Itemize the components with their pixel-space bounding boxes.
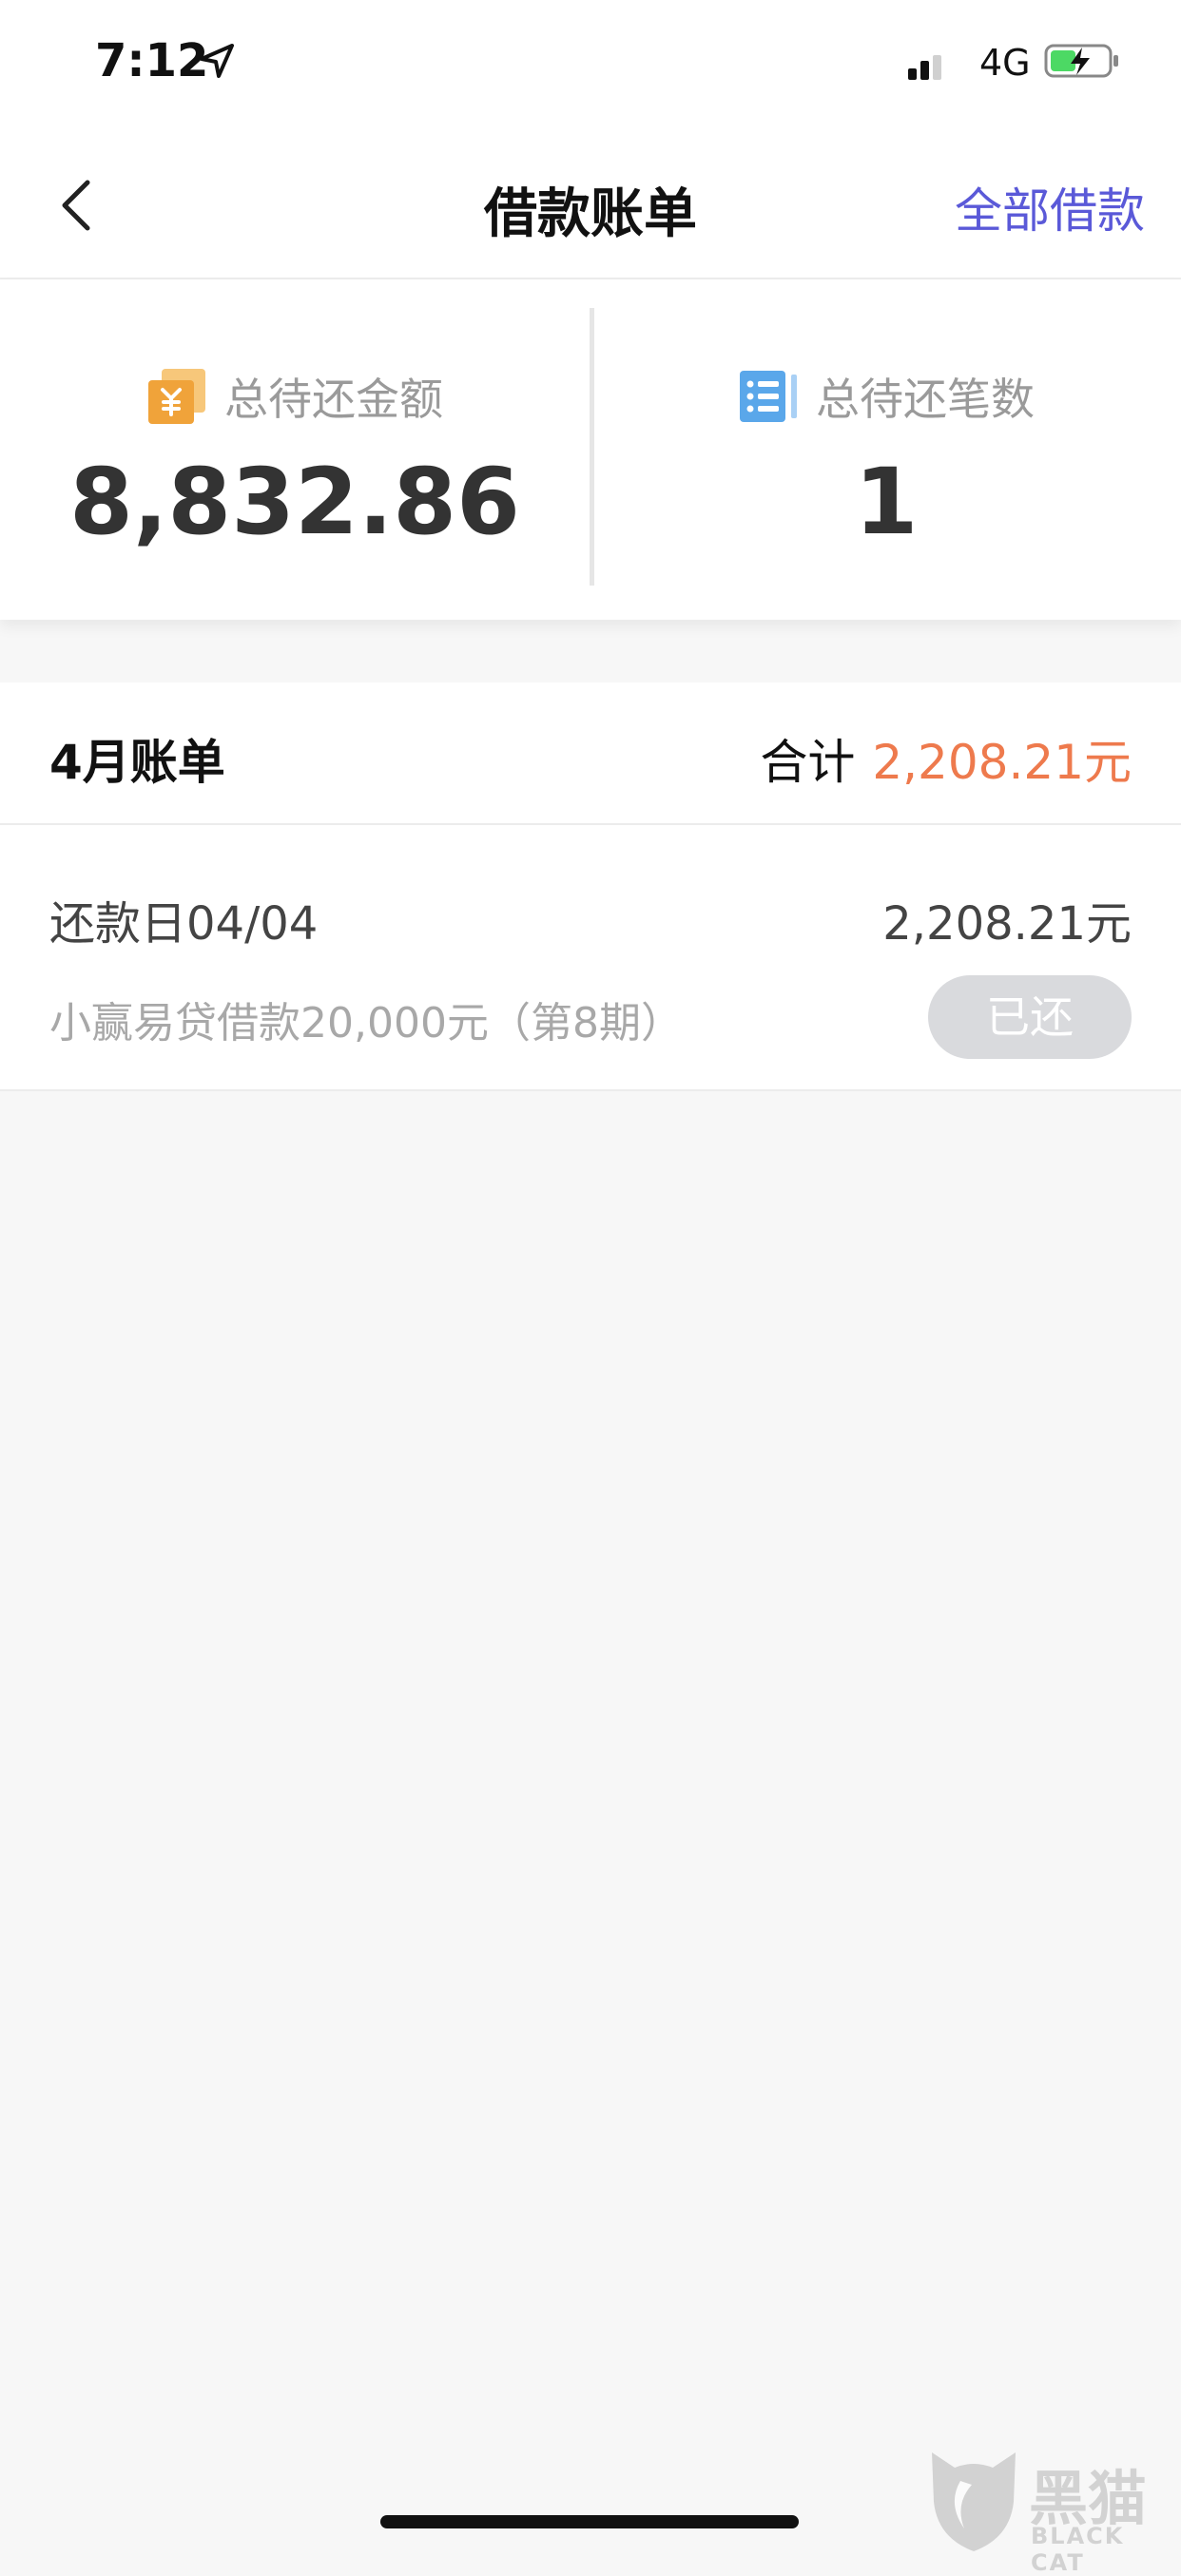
- month-bill-header: 4月账单 合计 2,208.21元: [0, 682, 1181, 825]
- total-due-value: 8,832.86: [69, 449, 520, 555]
- month-total-amount: 2,208.21元: [872, 735, 1132, 790]
- status-time: 7:12: [95, 34, 209, 87]
- all-loans-link[interactable]: 全部借款: [955, 173, 1145, 241]
- month-total-label: 合计: [760, 735, 856, 790]
- battery-charging-icon: [1044, 44, 1118, 78]
- list-item[interactable]: 还款日04/04 2,208.21元 小赢易贷借款20,000元（第8期） 已还: [0, 825, 1181, 1091]
- summary-card: 总待还金额 8,832.86 总待还笔数 1: [0, 279, 1181, 620]
- count-label: 总待还笔数: [816, 374, 1035, 425]
- yuan-coins-icon: [148, 369, 205, 424]
- month-total: 合计 2,208.21元: [760, 724, 1132, 793]
- signal-icon: [908, 55, 941, 80]
- nav-bar: 借款账单 全部借款: [0, 124, 1181, 279]
- watermark-en: BLACK CAT: [1031, 2523, 1125, 2576]
- network-type: 4G: [979, 42, 1031, 84]
- paid-status-button[interactable]: 已还: [928, 975, 1132, 1059]
- count-value: 1: [854, 449, 919, 555]
- item-description: 小赢易贷借款20,000元（第8期）: [49, 999, 683, 1048]
- watermark: 黑猫 BLACK CAT: [922, 2443, 1181, 2576]
- total-due-panel: 总待还金额 8,832.86: [0, 279, 590, 620]
- month-title: 4月账单: [49, 735, 225, 790]
- cat-logo-icon: [932, 2452, 1016, 2551]
- list-icon: [740, 371, 797, 422]
- location-arrow-icon: [200, 44, 234, 78]
- home-indicator[interactable]: [380, 2515, 799, 2528]
- status-bar: 7:12 4G: [0, 0, 1181, 124]
- total-due-label: 总待还金额: [224, 374, 443, 425]
- count-panel: 总待还笔数 1: [591, 279, 1181, 620]
- due-date: 还款日04/04: [49, 897, 319, 951]
- item-amount: 2,208.21元: [882, 897, 1132, 951]
